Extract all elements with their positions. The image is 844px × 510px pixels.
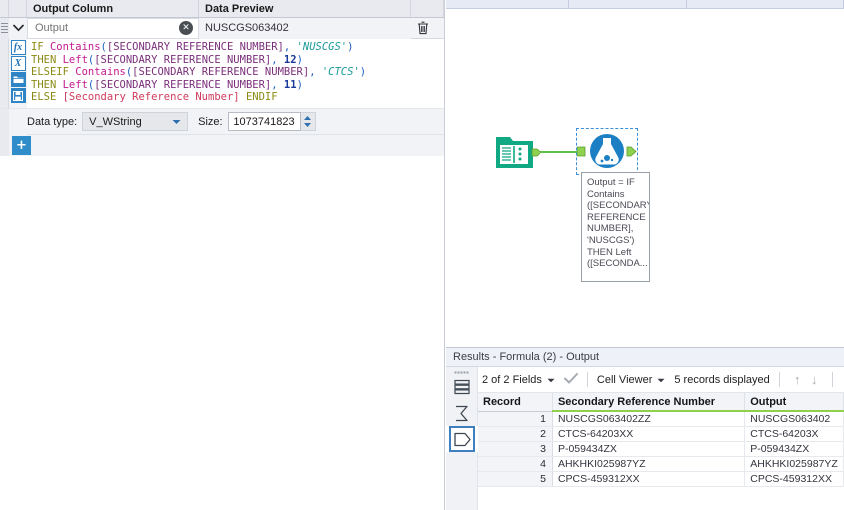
header-output-column: Output Column [27,0,199,17]
arrow-up-icon[interactable]: ↑ [789,372,806,387]
column-header-secondary-reference-number[interactable]: Secondary Reference Number [552,393,746,412]
table-row[interactable]: 4 AHKHKI025987YZ AHKHKI025987YZ [478,456,844,472]
cell-record[interactable]: 5 [478,471,553,487]
table-body: 1 NUSCGS063402ZZ NUSCGS063402 2 CTCS-64203XX… [478,411,844,487]
editor-gutter [0,39,9,108]
cell-secondary-reference-number[interactable]: CPCS-459312XX [552,471,746,487]
results-grid-wrapper[interactable]: Record Secondary Reference Number Output… [478,393,844,510]
datatype-gutter [0,108,9,135]
data-type-value: V_WString [89,115,142,128]
cell-secondary-reference-number[interactable]: CTCS-64203XX [552,426,746,442]
formula-editor: fx X IF Contains([SECONDARY REFERENCE NU… [0,39,444,109]
header-spacer [411,0,444,17]
rail-grip-icon [446,367,477,374]
table-row[interactable]: 2 CTCS-64203XX CTCS-64203X [478,426,844,442]
formula-line: ELSEIF Contains([SECONDARY REFERENCE NUM… [31,66,367,79]
results-side-rail [446,367,478,510]
results-title: Results - Formula (2) - Output [446,348,844,367]
output-field-wrapper: ✕ [27,17,199,39]
node-tooltip: Output = IF Contains ([SECONDARY REFEREN… [581,172,650,282]
cell-record[interactable]: 4 [478,456,553,472]
size-stepper[interactable] [300,112,316,131]
results-panel: Results - Formula (2) - Output 2 of 2 Fi… [446,347,844,510]
variable-icon[interactable]: X [10,56,26,71]
formula-line: THEN Left([SECONDARY REFERENCE NUMBER], … [31,78,303,91]
formula-code[interactable]: IF Contains([SECONDARY REFERENCE NUMBER]… [27,39,444,108]
output-column-row: ✕ NUSCGS063402 [0,17,444,39]
data-preview-value: NUSCGS063402 [199,17,411,39]
records-displayed-label: 5 records displayed [674,373,770,386]
add-formula-row: + [0,135,444,156]
cell-record[interactable]: 3 [478,441,553,457]
results-table: Record Secondary Reference Number Output… [478,393,844,487]
delete-icon[interactable] [411,21,435,35]
formula-line: IF Contains([SECONDARY REFERENCE NUMBER]… [31,41,354,53]
cell-output[interactable]: P-059434ZX [744,441,844,457]
cell-record[interactable]: 1 [478,411,553,427]
input-data-node[interactable] [494,131,542,176]
chevron-down-icon[interactable] [9,17,27,39]
data-type-select[interactable]: V_WString [82,112,189,131]
cell-output[interactable]: AHKHKI025987YZ [744,456,844,472]
header-gutter-2 [9,0,27,17]
cell-record[interactable]: 2 [478,426,553,442]
data-type-label: Data type: [27,115,78,128]
column-header-record[interactable]: Record [478,393,553,412]
data-type-row: Data type: V_WString Size: 1073741823 [0,108,444,135]
function-icon[interactable]: fx [10,40,26,55]
apply-check-icon[interactable] [563,372,578,387]
cell-output[interactable]: CTCS-64203X [744,426,844,442]
toolbar-divider-2 [778,372,780,387]
header-gutter [0,0,9,17]
fields-selector[interactable]: 2 of 2 Fields [482,374,542,386]
size-input[interactable]: 1073741823 [227,112,301,131]
save-icon[interactable] [10,88,26,103]
column-header-output[interactable]: Output [744,393,844,412]
arrow-down-icon[interactable]: ↓ [806,372,823,387]
cell-secondary-reference-number[interactable]: P-059434ZX [552,441,746,457]
cell-viewer-selector[interactable]: Cell Viewer [597,374,652,386]
add-gutter [0,135,9,156]
table-row[interactable]: 5 CPCS-459312XX CPCS-459312XX [478,471,844,487]
cell-output[interactable]: NUSCGS063402 [744,411,844,427]
table-header-row: Record Secondary Reference Number Output [478,393,844,412]
table-row[interactable]: 1 NUSCGS063402ZZ NUSCGS063402 [478,411,844,427]
formula-line: THEN Left([SECONDARY REFERENCE NUMBER], … [31,53,303,66]
header-data-preview: Data Preview [199,0,411,17]
datatype-gutter-2 [9,108,27,135]
size-label: Size: [198,115,223,128]
config-empty-area [0,166,443,510]
cell-secondary-reference-number[interactable]: NUSCGS063402ZZ [552,411,746,427]
data-view-icon[interactable] [446,374,478,400]
toolbar-divider [586,372,588,387]
results-toolbar: 2 of 2 Fields Cell Viewer 5 records disp… [446,367,844,393]
table-row[interactable]: 3 P-059434ZX P-059434ZX [478,441,844,457]
formula-config-panel: Output Column Data Preview ✕ NUSCGS06340… [0,0,445,510]
clear-icon[interactable]: ✕ [179,21,193,35]
output-column-input[interactable] [28,22,179,34]
chevron-down-icon[interactable] [657,374,665,386]
profile-summary-icon[interactable] [446,400,478,426]
formula-node[interactable] [576,128,638,175]
drag-handle-icon[interactable] [0,17,9,39]
chevron-down-icon[interactable] [547,374,555,386]
cell-secondary-reference-number[interactable]: AHKHKI025987YZ [552,456,746,472]
formula-line: ELSE [Secondary Reference Number] ENDIF [31,91,278,104]
cell-output[interactable]: CPCS-459312XX [744,471,844,487]
add-button[interactable]: + [12,136,31,155]
chevron-down-icon [172,116,181,128]
config-column-header: Output Column Data Preview [0,0,444,18]
editor-toolbar: fx X [9,39,27,108]
toolbar-divider-3 [831,372,833,387]
open-folder-icon[interactable] [10,72,26,87]
metadata-view-icon[interactable] [446,426,478,452]
